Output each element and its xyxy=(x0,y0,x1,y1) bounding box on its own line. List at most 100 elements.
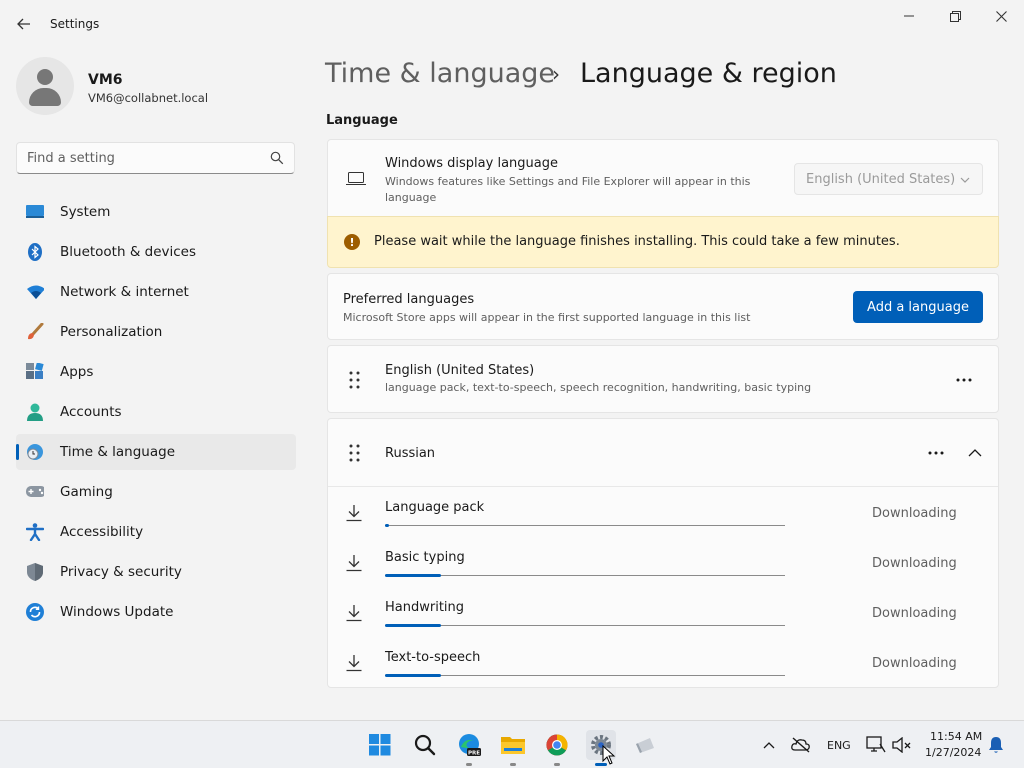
mouse-cursor-icon xyxy=(602,745,616,765)
minimize-button[interactable] xyxy=(886,4,932,28)
sidebar-item-label: Personalization xyxy=(60,324,163,340)
taskbar-edge-beta[interactable]: PRE xyxy=(454,730,484,766)
sidebar-item-apps[interactable]: Apps xyxy=(16,354,296,390)
back-button[interactable] xyxy=(12,12,36,36)
tray-date[interactable]: 1/27/2024 xyxy=(925,746,981,759)
taskbar-start-button[interactable] xyxy=(365,730,395,760)
search-icon xyxy=(414,734,436,756)
sidebar-item-windows-update[interactable]: Windows Update xyxy=(16,594,296,630)
download-label: Handwriting xyxy=(385,600,465,615)
apps-icon xyxy=(26,363,44,381)
restore-button[interactable] xyxy=(932,4,978,28)
display-language-title: Windows display language xyxy=(385,156,558,171)
language-features: language pack, text-to-speech, speech re… xyxy=(385,381,812,394)
accessibility-icon xyxy=(26,523,44,541)
taskbar-file-explorer[interactable] xyxy=(498,730,528,766)
search-icon[interactable] xyxy=(270,151,284,165)
user-name: VM6 xyxy=(88,72,123,88)
tray-overflow-chevron-icon[interactable] xyxy=(763,741,775,749)
taskbar-search-button[interactable] xyxy=(410,730,440,760)
drag-handle-icon[interactable] xyxy=(348,444,362,462)
avatar[interactable] xyxy=(16,57,74,115)
more-options-icon[interactable] xyxy=(928,451,944,455)
progress-fill xyxy=(385,624,441,627)
progress-bar xyxy=(385,674,785,677)
language-name: English (United States) xyxy=(385,363,535,378)
windows-start-icon xyxy=(369,734,391,756)
sidebar-item-label: Time & language xyxy=(60,444,176,460)
back-arrow-icon xyxy=(17,18,30,30)
sidebar-item-privacy[interactable]: Privacy & security xyxy=(16,554,296,590)
tray-time[interactable]: 11:54 AM xyxy=(930,730,982,743)
network-icon[interactable] xyxy=(866,736,886,754)
app-title: Settings xyxy=(50,17,100,31)
section-title-language: Language xyxy=(326,113,398,128)
user-email: VM6@collabnet.local xyxy=(88,91,209,105)
running-indicator xyxy=(554,763,560,766)
download-label: Basic typing xyxy=(385,550,465,565)
sidebar-item-network[interactable]: Network & internet xyxy=(16,274,296,310)
sidebar-item-system[interactable]: System xyxy=(16,194,296,230)
sidebar-item-bluetooth[interactable]: Bluetooth & devices xyxy=(16,234,296,270)
notification-bell-icon[interactable] xyxy=(988,736,1004,754)
wifi-icon xyxy=(26,283,44,301)
taskbar-misc-app[interactable] xyxy=(630,730,660,760)
title-bar: Settings xyxy=(0,0,1024,48)
close-button[interactable] xyxy=(978,4,1024,28)
sidebar-item-accessibility[interactable]: Accessibility xyxy=(16,514,296,550)
progress-fill xyxy=(385,674,441,677)
add-language-button[interactable]: Add a language xyxy=(853,291,983,323)
taskbar-chrome[interactable] xyxy=(542,730,572,766)
sidebar-item-label: Gaming xyxy=(60,484,113,500)
sidebar-item-label: Accessibility xyxy=(60,524,144,540)
tray-language[interactable]: ENG xyxy=(827,739,851,752)
avatar-head xyxy=(37,69,53,85)
progress-fill xyxy=(385,574,441,577)
sidebar-item-label: Apps xyxy=(60,364,94,380)
more-options-icon[interactable] xyxy=(956,378,972,382)
gamepad-icon xyxy=(26,483,44,501)
display-language-selected: English (United States) xyxy=(806,172,956,187)
download-status: Downloading xyxy=(872,506,957,521)
language-name: Russian xyxy=(385,446,436,461)
progress-bar xyxy=(385,524,785,527)
system-icon xyxy=(26,203,44,221)
breadcrumb-parent[interactable]: Time & language xyxy=(325,58,555,89)
accounts-icon xyxy=(26,403,44,421)
brush-icon xyxy=(26,323,44,341)
laptop-icon xyxy=(346,172,366,185)
volume-muted-icon[interactable] xyxy=(892,737,912,753)
language-item-english[interactable]: English (United States) language pack, t… xyxy=(327,345,999,413)
display-language-dropdown[interactable]: English (United States) xyxy=(794,163,983,195)
globe-clock-icon xyxy=(26,443,44,461)
avatar-body xyxy=(29,88,61,106)
sidebar-item-accounts[interactable]: Accounts xyxy=(16,394,296,430)
sidebar-item-time-language[interactable]: Time & language xyxy=(16,434,296,470)
search-box[interactable] xyxy=(16,142,295,174)
display-language-description: Windows features like Settings and File … xyxy=(385,175,751,204)
shield-icon xyxy=(26,563,44,581)
minimize-icon xyxy=(904,15,914,17)
sidebar-item-label: System xyxy=(60,204,111,220)
download-row-language-pack: Language pack Downloading xyxy=(327,488,999,538)
download-status: Downloading xyxy=(872,656,957,671)
download-row-basic-typing: Basic typing Downloading xyxy=(327,538,999,588)
download-status: Downloading xyxy=(872,606,957,621)
search-input[interactable] xyxy=(27,149,257,167)
progress-fill xyxy=(385,524,389,527)
language-header-russian[interactable]: Russian xyxy=(328,419,998,487)
download-row-handwriting: Handwriting Downloading xyxy=(327,588,999,638)
download-label: Text-to-speech xyxy=(385,650,481,665)
chevron-up-icon[interactable] xyxy=(968,448,982,458)
update-icon xyxy=(26,603,44,621)
sidebar-item-gaming[interactable]: Gaming xyxy=(16,474,296,510)
preferred-languages-description: Microsoft Store apps will appear in the … xyxy=(343,311,751,324)
cloud-offline-icon[interactable] xyxy=(791,737,811,753)
sidebar-item-personalization[interactable]: Personalization xyxy=(16,314,296,350)
drag-handle-icon[interactable] xyxy=(348,371,362,389)
download-icon xyxy=(346,605,362,622)
taskbar: PRE ENG 11:54 AM 1/27/2024 xyxy=(0,720,1024,768)
chevron-down-icon xyxy=(960,177,970,183)
progress-bar xyxy=(385,574,785,577)
preferred-languages-title: Preferred languages xyxy=(343,292,475,307)
